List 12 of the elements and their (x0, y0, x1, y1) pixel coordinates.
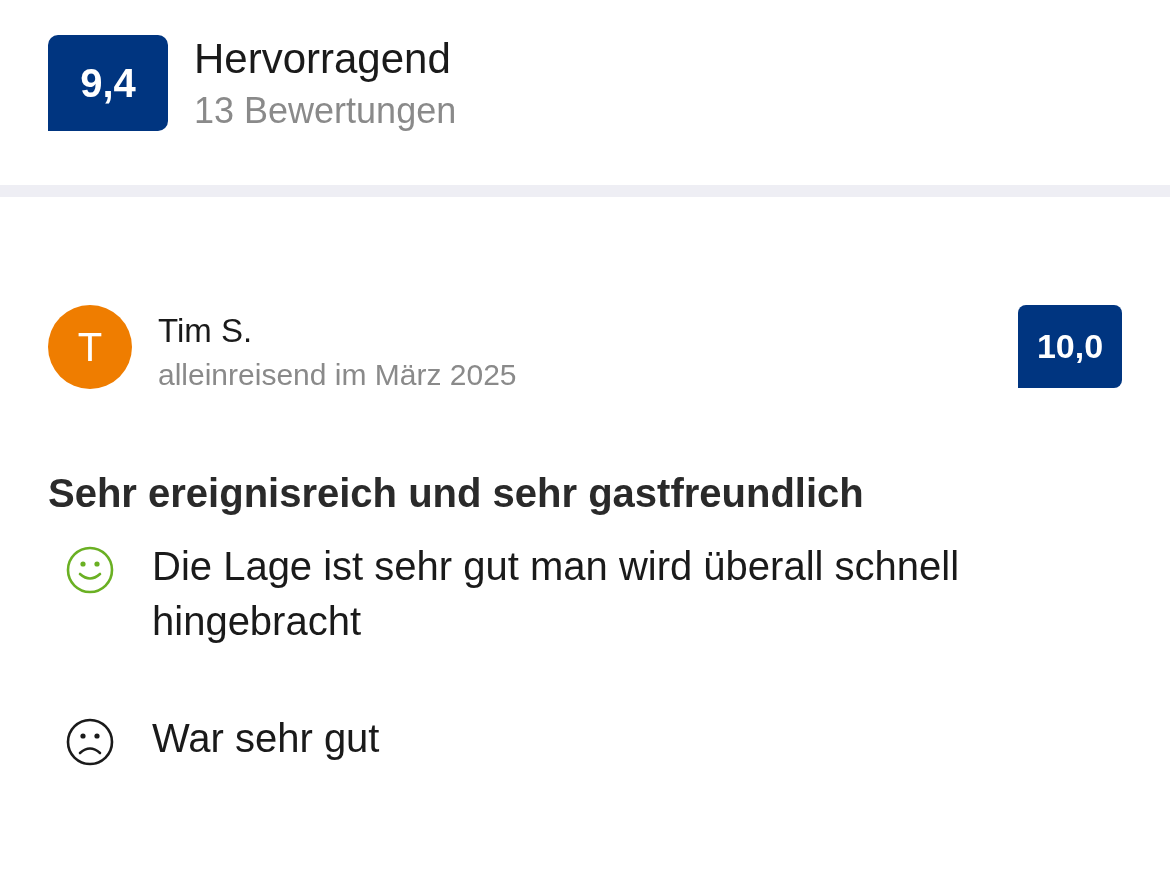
author-name: Tim S. (158, 311, 254, 351)
smiley-icon (65, 545, 115, 595)
rating-label: Hervorragend (194, 35, 452, 83)
avatar: T (48, 305, 132, 389)
trip-info: alleinreisend im März 2025 (158, 357, 518, 393)
review-count: 13 Bewertungen (194, 89, 457, 133)
sad-face-icon (65, 717, 115, 767)
score-badge: 10,0 (1018, 305, 1122, 388)
negative-comment: War sehr gut (152, 715, 381, 762)
positive-comment: Die Lage ist sehr gut man wird überall schnell hingebracht (152, 543, 961, 645)
review-title: Sehr ereignisreich und sehr gastfreundlich (48, 470, 865, 517)
score-badge: 9,4 (48, 35, 168, 131)
